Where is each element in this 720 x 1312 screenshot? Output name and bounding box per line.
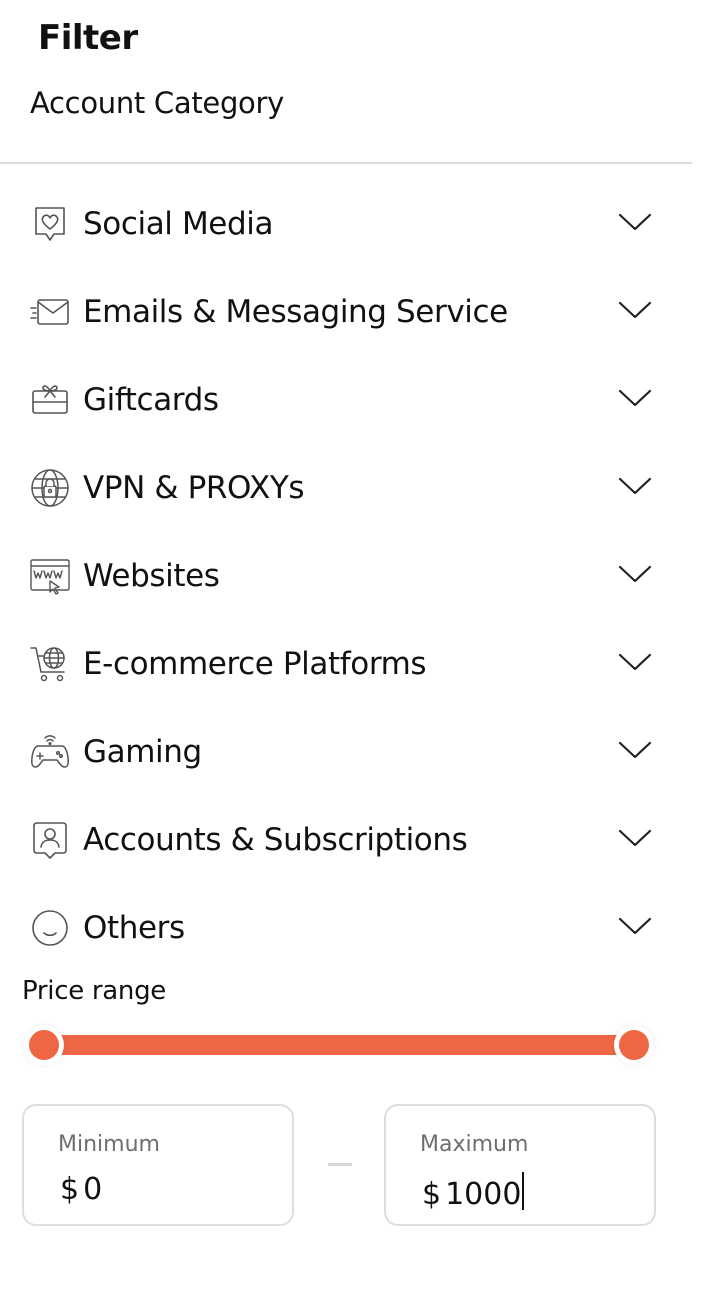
user-badge-icon <box>30 820 70 860</box>
maximum-value[interactable]: $1000 <box>422 1172 525 1212</box>
category-label: Social Media <box>83 206 274 242</box>
category-label: Accounts & Subscriptions <box>83 822 468 858</box>
chevron-down-icon[interactable] <box>617 386 653 410</box>
price-range-label: Price range <box>22 976 166 1006</box>
price-range-slider[interactable] <box>22 1022 662 1068</box>
chevron-down-icon[interactable] <box>617 298 653 322</box>
slider-thumb-dot <box>619 1030 649 1060</box>
slider-track-filled <box>46 1035 636 1055</box>
gamepad-icon <box>30 732 70 772</box>
gift-card-icon <box>30 380 70 420</box>
chevron-down-icon[interactable] <box>617 474 653 498</box>
divider <box>0 162 692 164</box>
category-ecommerce[interactable]: E-commerce Platforms <box>0 620 692 708</box>
category-list: Social Media Emails & Messaging Service <box>0 180 692 972</box>
maximum-label: Maximum <box>420 1132 529 1157</box>
maximum-amount: 1000 <box>445 1177 522 1212</box>
category-websites[interactable]: Websites <box>0 532 692 620</box>
heart-chat-icon <box>30 204 70 244</box>
browser-www-icon <box>30 556 70 596</box>
category-label: VPN & PROXYs <box>83 470 305 506</box>
category-social-media[interactable]: Social Media <box>0 180 692 268</box>
category-emails-messaging[interactable]: Emails & Messaging Service <box>0 268 692 356</box>
chevron-down-icon[interactable] <box>617 914 653 938</box>
chevron-down-icon[interactable] <box>617 562 653 586</box>
envelope-icon <box>30 292 70 332</box>
slider-thumb-dot <box>29 1030 59 1060</box>
category-gaming[interactable]: Gaming <box>0 708 692 796</box>
category-label: Emails & Messaging Service <box>83 294 508 330</box>
minimum-value[interactable]: $0 <box>60 1172 102 1207</box>
category-label: Websites <box>83 558 220 594</box>
category-vpn-proxys[interactable]: VPN & PROXYs <box>0 444 692 532</box>
currency-symbol: $ <box>60 1172 80 1207</box>
smiley-icon <box>30 908 70 948</box>
category-label: Others <box>83 910 185 946</box>
globe-lock-icon <box>30 468 70 508</box>
category-label: Gaming <box>83 734 202 770</box>
category-others[interactable]: Others <box>0 884 692 972</box>
minimum-price-input[interactable]: Minimum $0 <box>22 1104 294 1226</box>
category-label: Giftcards <box>83 382 219 418</box>
cart-globe-icon <box>30 644 70 684</box>
category-label: E-commerce Platforms <box>83 646 427 682</box>
chevron-down-icon[interactable] <box>617 826 653 850</box>
slider-thumb-max[interactable] <box>614 1025 654 1065</box>
chevron-down-icon[interactable] <box>617 650 653 674</box>
filter-title: Filter <box>38 18 138 58</box>
range-separator <box>328 1163 352 1166</box>
category-giftcards[interactable]: Giftcards <box>0 356 692 444</box>
chevron-down-icon[interactable] <box>617 210 653 234</box>
chevron-down-icon[interactable] <box>617 738 653 762</box>
currency-symbol: $ <box>422 1177 442 1212</box>
category-accounts-subscriptions[interactable]: Accounts & Subscriptions <box>0 796 692 884</box>
minimum-label: Minimum <box>58 1132 160 1157</box>
slider-thumb-min[interactable] <box>24 1025 64 1065</box>
minimum-amount: 0 <box>83 1172 103 1207</box>
account-category-heading: Account Category <box>30 86 284 120</box>
maximum-price-input[interactable]: Maximum $1000 <box>384 1104 656 1226</box>
text-caret <box>522 1172 525 1210</box>
